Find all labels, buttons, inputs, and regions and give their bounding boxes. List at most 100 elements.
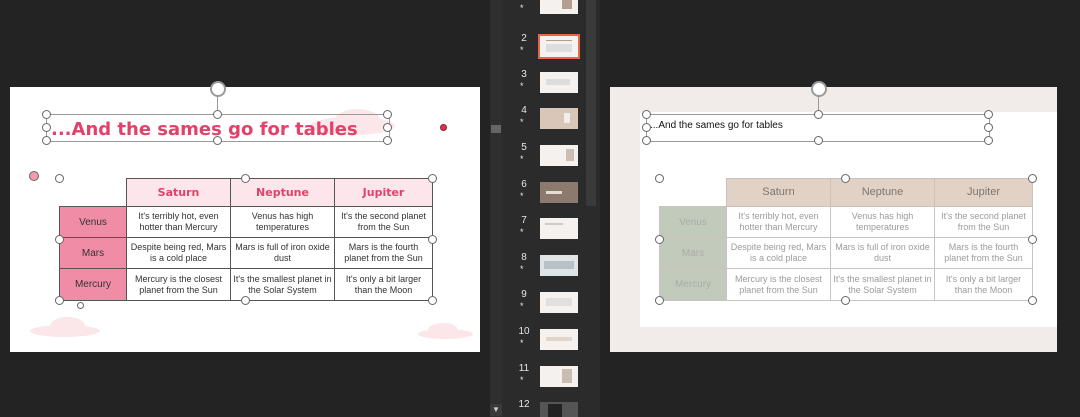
slide-thumbnail[interactable]: 12 [500, 399, 600, 417]
slide-number: 10 [518, 326, 530, 337]
slide-thumbnail[interactable]: 4 * [500, 105, 600, 138]
table-cell[interactable]: It's only a bit larger than the Moon [934, 268, 1033, 301]
resize-handle[interactable] [1028, 174, 1037, 183]
resize-handle[interactable] [655, 235, 664, 244]
resize-handle[interactable] [1028, 235, 1037, 244]
resize-handle[interactable] [984, 110, 993, 119]
table-cell[interactable]: Mercury is the closest planet from the S… [126, 268, 231, 301]
column-header-saturn[interactable]: Saturn [126, 178, 231, 207]
row-header-mars[interactable]: Mars [659, 237, 727, 269]
resize-handle[interactable] [814, 110, 823, 119]
transition-star-icon: * [520, 117, 524, 127]
transition-star-icon: * [520, 264, 524, 274]
resize-handle[interactable] [428, 174, 437, 183]
table-cell[interactable]: Mars is the fourth planet from the Sun [334, 237, 433, 269]
adjust-handle[interactable] [440, 124, 447, 131]
table-cell[interactable]: Venus has high temperatures [230, 206, 335, 238]
table-cell[interactable]: It's the second planet from the Sun [334, 206, 433, 238]
resize-handle[interactable] [241, 174, 250, 183]
resize-handle[interactable] [55, 235, 64, 244]
table-cell[interactable]: It's terribly hot, even hotter than Merc… [126, 206, 231, 238]
slide-preview [540, 145, 578, 166]
table-corner-cell[interactable] [659, 178, 727, 207]
table-cell[interactable]: Mars is full of iron oxide dust [230, 237, 335, 269]
panel-splitter[interactable] [586, 0, 596, 206]
row-header-mercury[interactable]: Mercury [59, 268, 127, 301]
table-cell[interactable]: Despite being red, Mars is a cold place [126, 237, 231, 269]
slide-number: 7 [521, 215, 527, 226]
resize-handle[interactable] [655, 296, 664, 305]
resize-handle[interactable] [55, 174, 64, 183]
table-cell[interactable]: Mars is full of iron oxide dust [830, 237, 935, 269]
transition-star-icon: * [520, 81, 524, 91]
left-planet-table[interactable]: Saturn Neptune Jupiter Venus It's terrib… [59, 178, 433, 301]
slide-thumbnail[interactable]: 7 * [500, 215, 600, 248]
slide-thumbnail[interactable]: 6 * [500, 179, 600, 212]
row-header-mars[interactable]: Mars [59, 237, 127, 269]
resize-handle[interactable] [841, 174, 850, 183]
slide-thumbnail[interactable]: 3 * [500, 69, 600, 102]
table-cell[interactable]: It's only a bit larger than the Moon [334, 268, 433, 301]
slide-preview [540, 218, 578, 239]
resize-handle[interactable] [642, 136, 651, 145]
table-cell[interactable]: Mercury is the closest planet from the S… [726, 268, 831, 301]
resize-handle[interactable] [77, 302, 84, 309]
column-header-jupiter[interactable]: Jupiter [334, 178, 433, 207]
column-header-saturn[interactable]: Saturn [726, 178, 831, 207]
resize-handle[interactable] [642, 110, 651, 119]
resize-handle[interactable] [814, 136, 823, 145]
column-header-jupiter[interactable]: Jupiter [934, 178, 1033, 207]
slide-thumbnail[interactable]: 2 * [500, 33, 600, 66]
table-cell[interactable]: Despite being red, Mars is a cold place [726, 237, 831, 269]
table-cell[interactable]: It's the second planet from the Sun [934, 206, 1033, 238]
table-cell[interactable]: It's terribly hot, even hotter than Merc… [726, 206, 831, 238]
slide-thumbnail[interactable]: 9 * [500, 289, 600, 322]
table-cell[interactable]: Venus has high temperatures [830, 206, 935, 238]
transition-star-icon: * [520, 227, 524, 237]
adjust-handle[interactable] [29, 171, 39, 181]
resize-handle[interactable] [42, 110, 51, 119]
slide-thumbnail[interactable]: 11 * [500, 363, 600, 396]
slide-number: 9 [521, 289, 527, 300]
slide-thumbnail[interactable]: 10 * [500, 326, 600, 359]
rotate-handle-icon[interactable] [811, 81, 827, 97]
slide-number: 5 [521, 142, 527, 153]
right-planet-table[interactable]: Saturn Neptune Jupiter Venus It's terrib… [659, 178, 1033, 301]
slide-thumbnail[interactable]: 5 * [500, 142, 600, 175]
table-cell[interactable]: Mars is the fourth planet from the Sun [934, 237, 1033, 269]
resize-handle[interactable] [383, 123, 392, 132]
slide-number: 12 [518, 399, 530, 410]
slide-number: 8 [521, 252, 527, 263]
decor-cloud [418, 329, 473, 339]
transition-star-icon: * [520, 191, 524, 201]
resize-handle[interactable] [42, 136, 51, 145]
resize-handle[interactable] [1028, 296, 1037, 305]
resize-handle[interactable] [655, 174, 664, 183]
rotate-handle-icon[interactable] [210, 81, 226, 97]
row-header-mercury[interactable]: Mercury [659, 268, 727, 301]
resize-handle[interactable] [841, 296, 850, 305]
row-header-venus[interactable]: Venus [659, 206, 727, 238]
slide-preview [540, 182, 578, 203]
decor-cloud [30, 325, 100, 337]
resize-handle[interactable] [241, 296, 250, 305]
resize-handle[interactable] [428, 235, 437, 244]
slide-number: 11 [518, 363, 530, 374]
slide-preview [540, 255, 578, 276]
table-corner-cell[interactable] [59, 178, 127, 207]
resize-handle[interactable] [213, 136, 222, 145]
resize-handle[interactable] [428, 296, 437, 305]
resize-handle[interactable] [55, 296, 64, 305]
slide-preview-selected [538, 34, 580, 59]
resize-handle[interactable] [984, 123, 993, 132]
row-header-venus[interactable]: Venus [59, 206, 127, 238]
resize-handle[interactable] [213, 110, 222, 119]
resize-handle[interactable] [42, 123, 51, 132]
resize-handle[interactable] [642, 123, 651, 132]
slide-thumbnail[interactable]: 1 * [500, 0, 600, 24]
resize-handle[interactable] [383, 110, 392, 119]
resize-handle[interactable] [383, 136, 392, 145]
slide-thumbnail[interactable]: 8 * [500, 252, 600, 285]
resize-handle[interactable] [984, 136, 993, 145]
slide-number: 4 [521, 105, 527, 116]
